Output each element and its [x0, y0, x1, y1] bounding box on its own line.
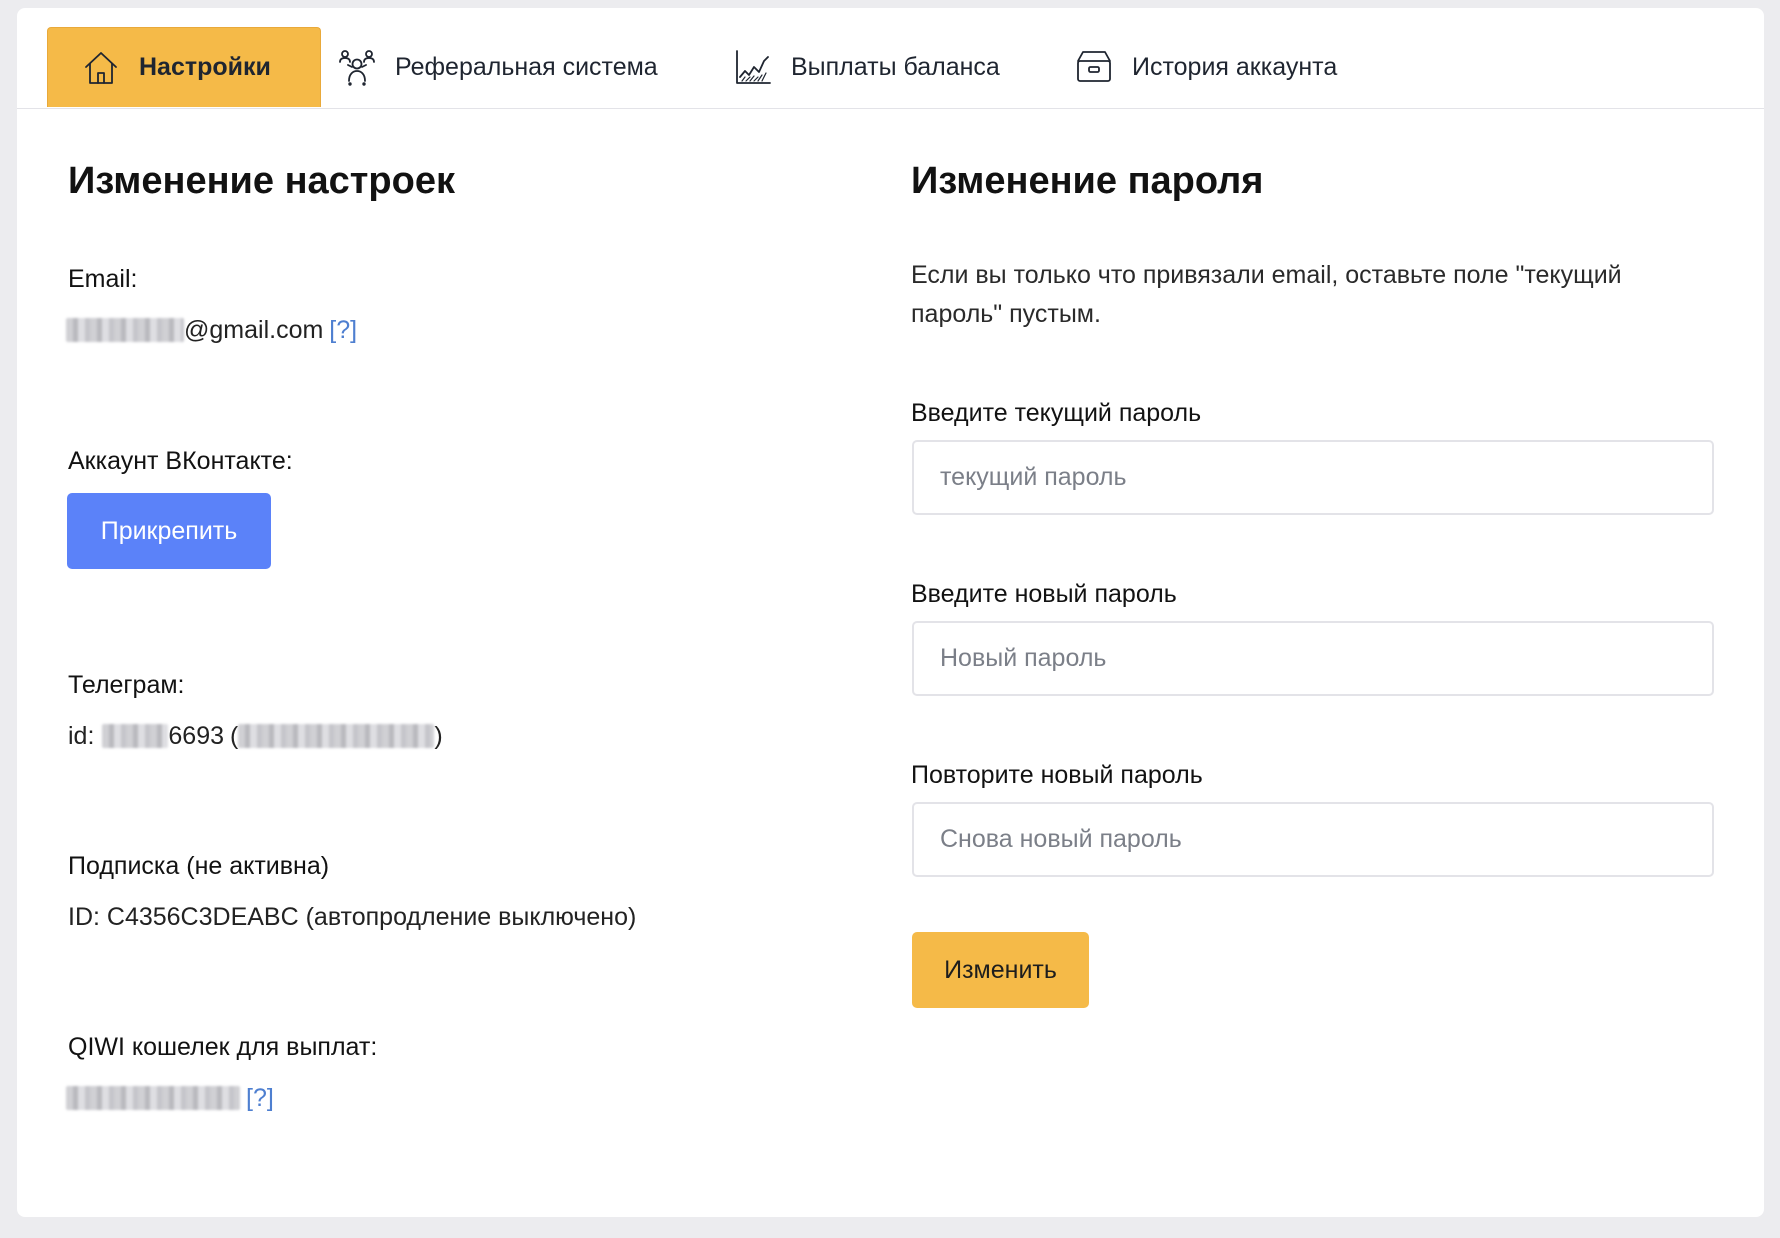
archive-box-icon — [1074, 47, 1114, 87]
users-network-icon — [337, 47, 377, 87]
telegram-id-suffix: 6693 — [168, 722, 225, 750]
tab-referral[interactable]: Реферальная система — [337, 27, 658, 107]
repeat-password-input[interactable] — [912, 802, 1714, 877]
email-domain: @gmail.com — [184, 316, 324, 344]
password-info-text: Если вы только что привязали email, оста… — [911, 261, 1622, 328]
subscription-label: Подписка (не активна) — [68, 852, 330, 880]
telegram-id-prefix: id: — [68, 722, 95, 750]
repeat-password-label: Повторите новый пароль — [911, 761, 1203, 789]
settings-title: Изменение настроек — [68, 160, 455, 202]
area-chart-icon — [733, 47, 773, 87]
telegram-id-redacted — [102, 724, 169, 748]
tab-history[interactable]: История аккаунта — [1074, 27, 1337, 107]
qiwi-help-link[interactable]: [?] — [246, 1082, 274, 1114]
tab-history-label: История аккаунта — [1132, 52, 1338, 81]
current-password-label: Введите текущий пароль — [911, 399, 1202, 427]
telegram-paren-close: ) — [434, 722, 443, 750]
tab-payouts-label: Выплаты баланса — [791, 52, 1000, 81]
qiwi-label: QIWI кошелек для выплат: — [68, 1033, 378, 1061]
current-password-input[interactable] — [912, 440, 1714, 515]
tab-bar: Настройки Реферальная система Выплаты ба… — [17, 8, 1764, 109]
tab-payouts[interactable]: Выплаты баланса — [733, 27, 1000, 107]
telegram-username-redacted — [238, 724, 435, 748]
change-password-button[interactable]: Изменить — [912, 932, 1089, 1008]
email-label: Email: — [68, 265, 138, 293]
telegram-label: Телеграм: — [68, 671, 185, 699]
tab-settings-label: Настройки — [139, 53, 271, 81]
vk-attach-button[interactable]: Прикрепить — [67, 493, 271, 569]
tab-referral-label: Реферальная система — [395, 52, 658, 81]
subscription-value: ID: C4356C3DEABC (автопродление выключен… — [68, 903, 637, 931]
tab-settings[interactable]: Настройки — [47, 27, 321, 107]
home-icon — [81, 48, 121, 88]
telegram-value: id: 6693 ( ) — [68, 720, 443, 752]
qiwi-value: [?] — [66, 1082, 274, 1114]
new-password-input[interactable] — [912, 621, 1714, 696]
telegram-paren-open: ( — [230, 722, 239, 750]
new-password-label: Введите новый пароль — [911, 580, 1177, 608]
email-username-redacted — [66, 318, 184, 342]
email-help-link[interactable]: [?] — [329, 314, 357, 346]
qiwi-wallet-redacted — [66, 1086, 240, 1110]
password-title: Изменение пароля — [911, 160, 1264, 202]
email-value: @gmail.com [?] — [66, 314, 357, 346]
settings-card: Настройки Реферальная система Выплаты ба… — [17, 8, 1764, 1217]
vk-label: Аккаунт ВКонтакте: — [68, 447, 293, 475]
